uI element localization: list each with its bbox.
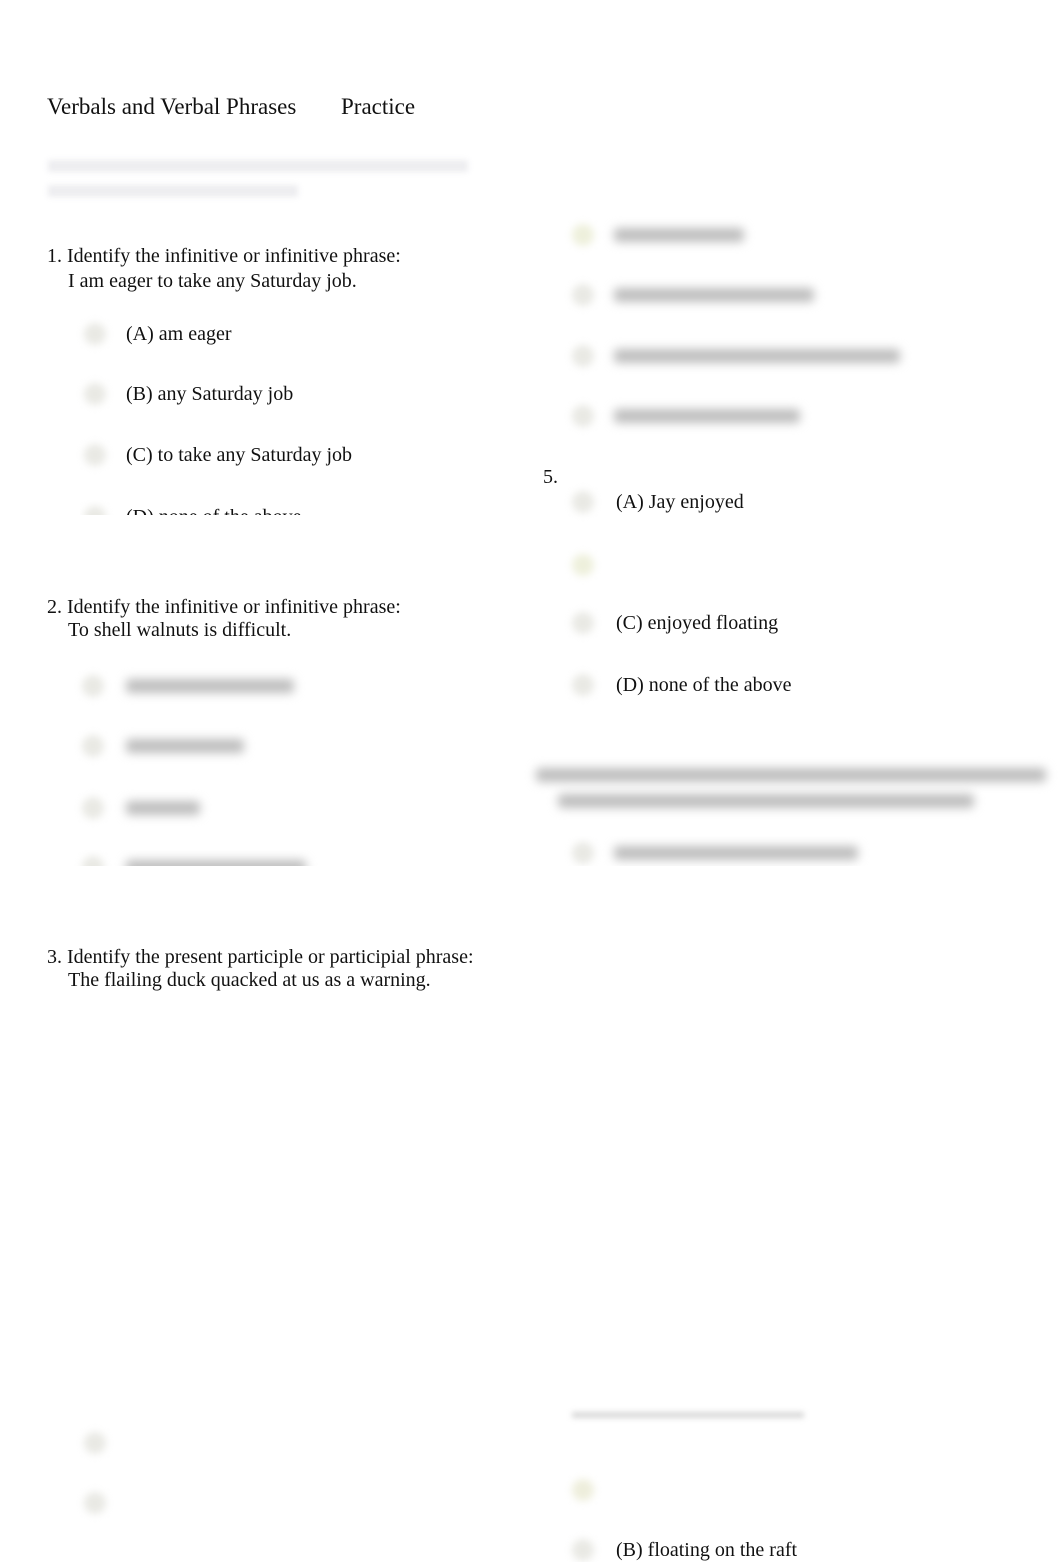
radio-button[interactable] xyxy=(84,383,106,405)
page-title: Verbals and Verbal Phrases xyxy=(47,94,297,119)
radio-button[interactable] xyxy=(572,491,594,513)
blurred-option xyxy=(614,349,900,363)
option-label: (D) none of the above xyxy=(126,505,302,515)
option-label: (C) to take any Saturday job xyxy=(126,444,353,466)
radio-button[interactable] xyxy=(82,735,104,757)
radio-button[interactable] xyxy=(82,856,104,866)
blurred-option xyxy=(614,409,800,423)
question-2-prompt: 2. Identify the infinitive or infinitive… xyxy=(47,596,401,618)
blurred-option xyxy=(614,228,744,242)
blurred-line xyxy=(572,1412,804,1418)
page-subtitle: Practice xyxy=(341,94,416,119)
radio-button[interactable] xyxy=(84,1432,106,1454)
blurred-question xyxy=(558,794,974,808)
blurred-option xyxy=(614,846,858,860)
question-3-prompt: 3. Identify the present participle or pa… xyxy=(47,946,474,968)
option-label: (B) floating on the raft xyxy=(616,1539,798,1561)
radio-button[interactable] xyxy=(572,554,594,576)
radio-button[interactable] xyxy=(82,675,104,697)
radio-button[interactable] xyxy=(572,1539,594,1561)
option-label: (D) none of the above xyxy=(616,674,792,696)
radio-button[interactable] xyxy=(82,797,104,819)
radio-button[interactable] xyxy=(84,1492,106,1514)
option-label: (C) enjoyed floating xyxy=(616,612,779,634)
question-1-prompt: 1. Identify the infinitive or infinitive… xyxy=(47,245,401,267)
blurred-option xyxy=(126,801,200,815)
option-label: (A) Jay enjoyed xyxy=(616,491,744,513)
radio-button[interactable] xyxy=(572,612,594,634)
radio-button[interactable] xyxy=(84,323,106,345)
radio-button[interactable] xyxy=(84,444,106,466)
blurred-question xyxy=(536,768,1046,782)
option-label: (B) any Saturday job xyxy=(126,383,294,405)
blurred-option xyxy=(126,739,244,753)
radio-button[interactable] xyxy=(572,1479,594,1501)
radio-button[interactable] xyxy=(84,506,106,515)
blurred-option xyxy=(614,288,814,302)
question-1-sentence: I am eager to take any Saturday job. xyxy=(68,270,357,292)
option-label: (A) am eager xyxy=(126,323,232,345)
blurred-option xyxy=(126,860,306,866)
radio-button[interactable] xyxy=(572,405,594,427)
blurred-line xyxy=(48,185,298,197)
question-5-number: 5. xyxy=(543,466,558,488)
radio-button[interactable] xyxy=(572,674,594,696)
question-3-sentence: The flailing duck quacked at us as a war… xyxy=(68,969,431,991)
radio-button[interactable] xyxy=(572,345,594,367)
radio-button[interactable] xyxy=(572,842,594,864)
blurred-line xyxy=(48,160,468,172)
blurred-option xyxy=(126,679,294,693)
question-2-sentence: To shell walnuts is difficult. xyxy=(68,619,292,641)
radio-button[interactable] xyxy=(572,224,594,246)
radio-button[interactable] xyxy=(572,284,594,306)
